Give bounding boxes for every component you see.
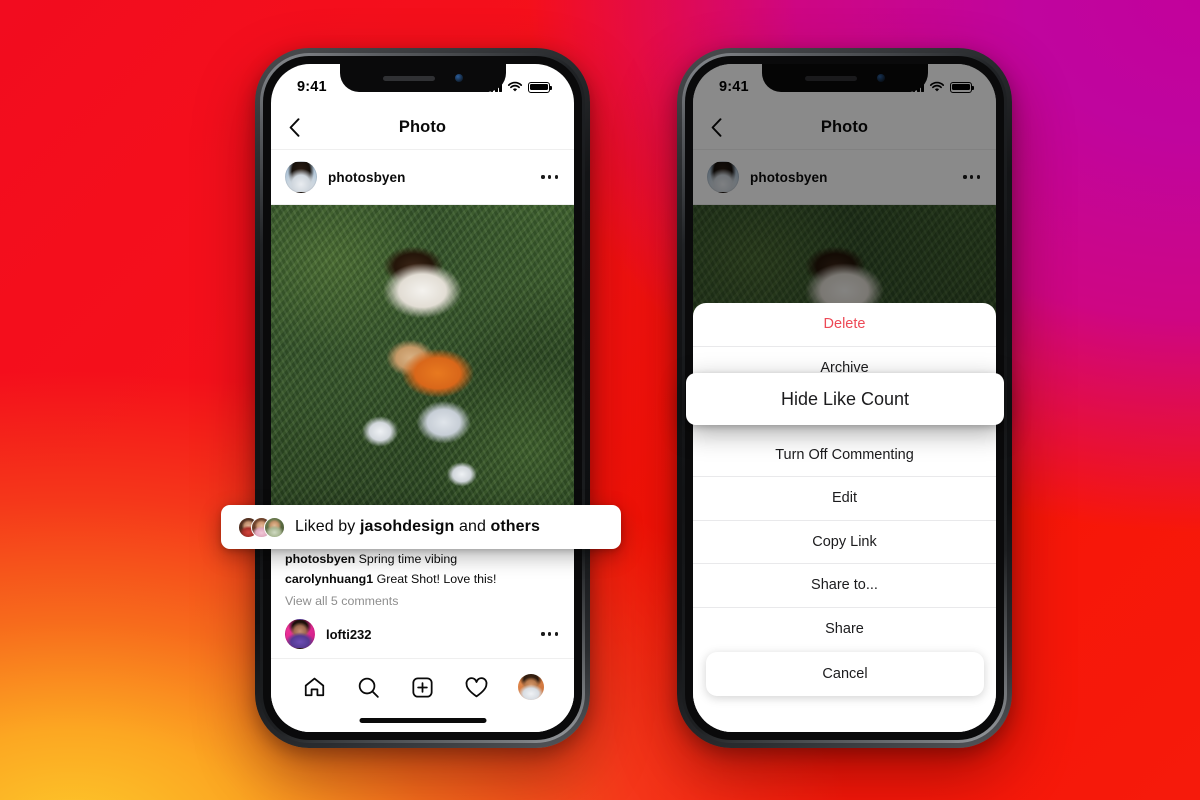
sidebar-item-profile[interactable] xyxy=(511,672,551,702)
add-post-icon xyxy=(412,676,433,698)
home-indicator xyxy=(359,718,486,723)
post-author-username[interactable]: photosbyen xyxy=(328,170,528,185)
front-camera-icon xyxy=(454,74,463,82)
post-photo[interactable] xyxy=(271,205,574,511)
action-sheet-item-delete[interactable]: Delete xyxy=(693,303,996,347)
status-time: 9:41 xyxy=(297,79,327,95)
liker-avatar-3 xyxy=(264,516,285,538)
commenter-username[interactable]: lofti232 xyxy=(326,627,528,642)
action-sheet-item-copy-link[interactable]: Copy Link xyxy=(693,521,996,564)
hide-like-count-highlight-card[interactable]: Hide Like Count xyxy=(686,373,1004,425)
page-title: Photo xyxy=(398,118,447,136)
action-sheet-item-turn-off-commenting[interactable]: Turn Off Commenting xyxy=(693,434,996,477)
liked-by-callout-card[interactable]: Liked by jasohdesign and others xyxy=(221,505,621,549)
caption-username[interactable]: photosbyen xyxy=(285,552,355,566)
action-sheet-item-edit[interactable]: Edit xyxy=(693,477,996,521)
liked-by-username[interactable]: jasohdesign xyxy=(360,518,454,535)
liked-by-others[interactable]: others xyxy=(491,518,541,535)
caption-text: Spring time vibing xyxy=(358,552,458,566)
search-icon xyxy=(358,677,379,698)
phone-left: 9:41 Photo photosbyen photosbyen Spring … xyxy=(255,48,590,748)
post-options-icon[interactable] xyxy=(539,169,560,184)
sidebar-item-activity[interactable] xyxy=(457,672,497,702)
action-sheet-item-share[interactable]: Share xyxy=(693,608,996,652)
home-icon xyxy=(304,677,324,696)
profile-avatar-icon xyxy=(517,674,544,700)
post-author-avatar[interactable] xyxy=(285,161,317,193)
post-comment: carolynhuang1 Great Shot! Love this! xyxy=(285,571,560,588)
nav-bar-left: Photo xyxy=(271,106,574,150)
mockup-stage: 9:41 Photo photosbyen photosbyen Spring … xyxy=(0,0,1200,800)
liked-by-text: Liked by jasohdesign and others xyxy=(295,518,540,536)
phone-bezel-ring: 9:41 xyxy=(260,53,585,743)
post-header-left: photosbyen xyxy=(271,150,574,205)
comment-username[interactable]: carolynhuang1 xyxy=(285,572,373,586)
comment-text: Great Shot! Love this! xyxy=(376,572,497,586)
cancel-button[interactable]: Cancel xyxy=(706,652,984,696)
view-all-comments-link[interactable]: View all 5 comments xyxy=(285,594,560,608)
phone-body: 9:41 xyxy=(263,56,582,740)
liked-by-prefix: Liked by xyxy=(295,518,360,535)
post-caption: photosbyen Spring time vibing xyxy=(285,551,560,568)
earpiece-speaker-icon xyxy=(382,75,435,81)
screen-left: 9:41 Photo photosbyen photosbyen Spring … xyxy=(271,64,574,732)
liker-avatars xyxy=(238,516,285,538)
battery-icon xyxy=(528,81,553,93)
comment-options-icon[interactable] xyxy=(539,626,560,641)
notch xyxy=(339,64,506,92)
heart-icon xyxy=(465,676,488,697)
comment-row: lofti232 xyxy=(271,608,574,649)
sidebar-item-search[interactable] xyxy=(348,672,388,702)
wifi-icon xyxy=(507,81,523,92)
post-meta: photosbyen Spring time vibing carolynhua… xyxy=(271,551,574,608)
commenter-avatar[interactable] xyxy=(285,619,315,649)
sidebar-item-create[interactable] xyxy=(402,672,442,702)
action-sheet-item-share-to[interactable]: Share to... xyxy=(693,564,996,608)
sidebar-item-home[interactable] xyxy=(294,672,334,702)
liked-by-middle: and xyxy=(454,518,491,535)
